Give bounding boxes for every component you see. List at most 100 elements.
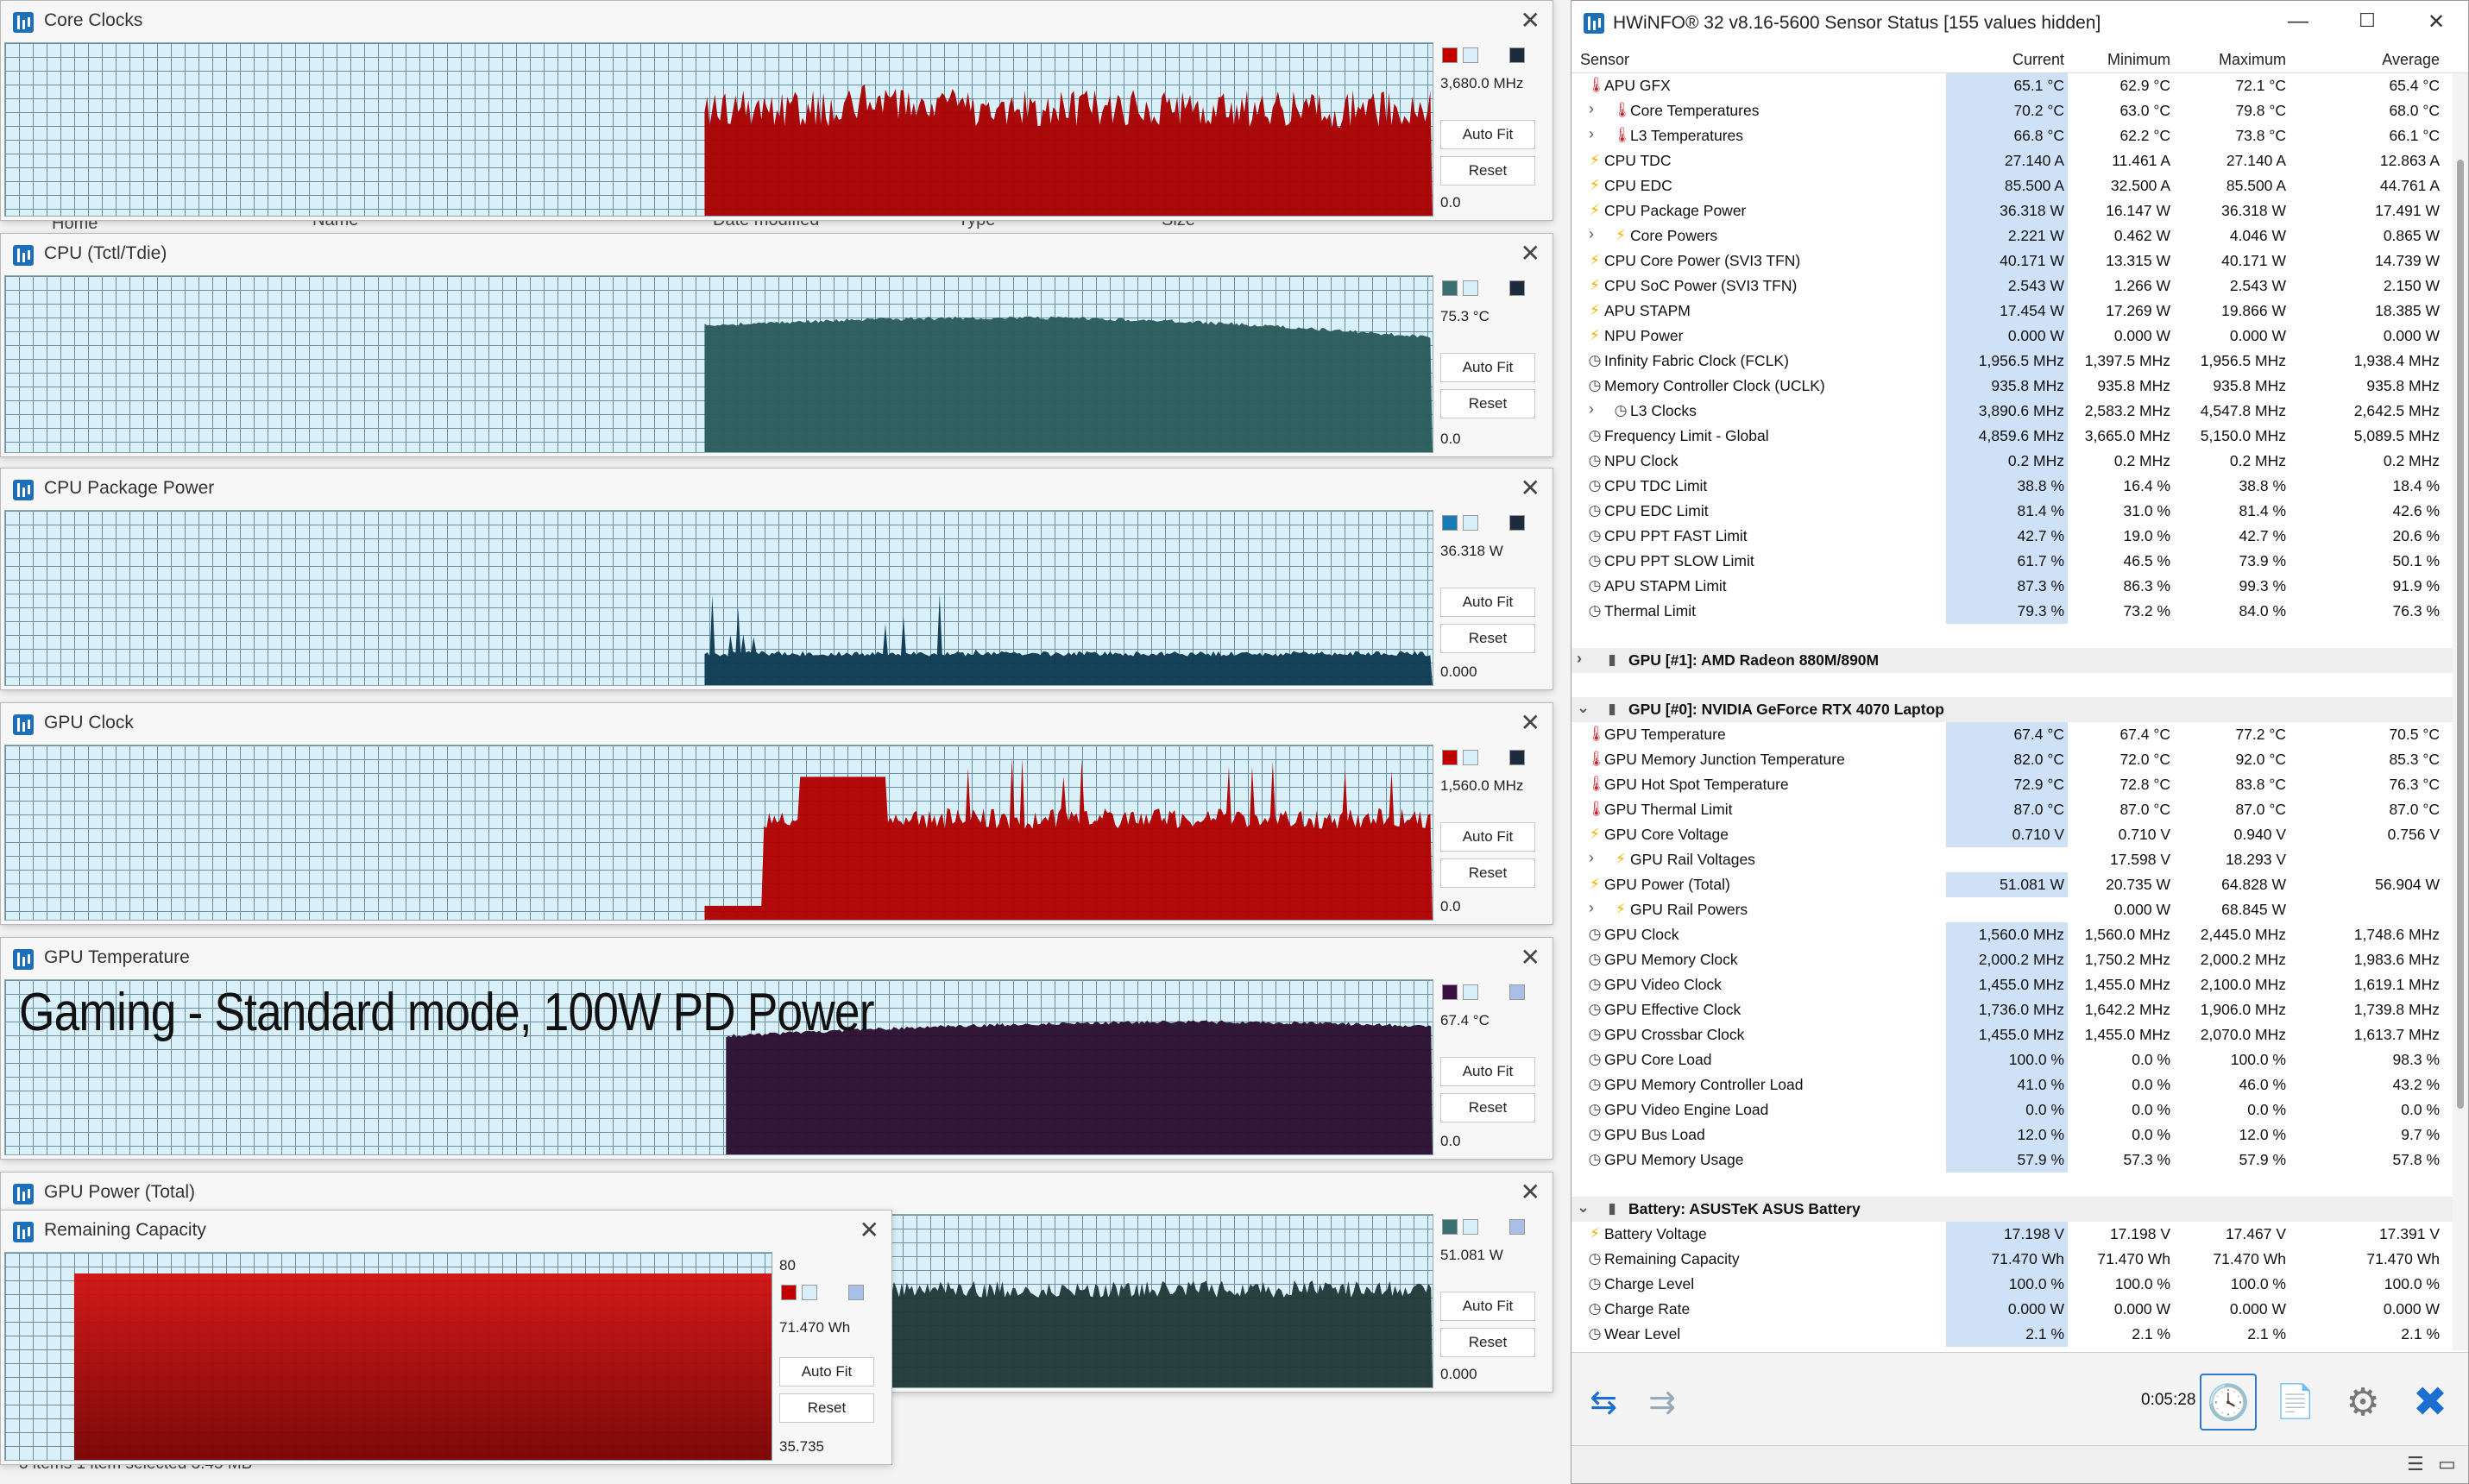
auto-fit-button[interactable]: Auto Fit xyxy=(1440,353,1535,382)
sensor-row[interactable]: ◷ Frequency Limit - Global 4,859.6 MHz 3… xyxy=(1571,424,2453,449)
sensor-row[interactable]: › ⚡ GPU Rail Powers 0.000 W 68.845 W xyxy=(1571,897,2453,922)
sensor-row[interactable]: ⚡ APU STAPM 17.454 W 17.269 W 19.866 W 1… xyxy=(1571,299,2453,324)
sensor-row[interactable]: ◷ GPU Video Clock 1,455.0 MHz 1,455.0 MH… xyxy=(1571,972,2453,997)
column-sensor[interactable]: Sensor xyxy=(1580,51,1629,69)
auto-fit-button[interactable]: Auto Fit xyxy=(779,1357,874,1387)
sensor-row[interactable]: ◷ GPU Core Load 100.0 % 0.0 % 100.0 % 98… xyxy=(1571,1047,2453,1072)
auto-fit-button[interactable]: Auto Fit xyxy=(1440,1057,1535,1086)
column-current[interactable]: Current xyxy=(1946,51,2068,69)
graph-titlebar[interactable]: Remaining Capacity ✕ xyxy=(1,1210,891,1252)
series-color-swatch[interactable] xyxy=(1442,750,1458,765)
sensor-row[interactable]: ◷ GPU Effective Clock 1,736.0 MHz 1,642.… xyxy=(1571,997,2453,1022)
background-color-swatch[interactable] xyxy=(1463,47,1478,63)
sensor-row[interactable]: ⚡ GPU Core Voltage 0.710 V 0.710 V 0.940… xyxy=(1571,822,2453,847)
graph-close-icon[interactable]: ✕ xyxy=(1521,6,1540,35)
chevron-right-icon[interactable]: › xyxy=(1589,125,1603,143)
grid-color-swatch[interactable] xyxy=(1509,750,1525,765)
graph-close-icon[interactable]: ✕ xyxy=(1521,1178,1540,1206)
close-icon[interactable]: ✕ xyxy=(2419,9,2453,35)
sensor-row[interactable]: ◷ APU STAPM Limit 87.3 % 86.3 % 99.3 % 9… xyxy=(1571,574,2453,599)
sensor-row[interactable]: ◷ GPU Crossbar Clock 1,455.0 MHz 1,455.0… xyxy=(1571,1022,2453,1047)
series-color-swatch[interactable] xyxy=(1442,47,1458,63)
background-color-swatch[interactable] xyxy=(1463,984,1478,1000)
sensor-row[interactable]: ⚡ GPU Power (Total) 51.081 W 20.735 W 64… xyxy=(1571,872,2453,897)
collapse-arrows-icon[interactable]: ⇉ xyxy=(1634,1374,1691,1431)
background-color-swatch[interactable] xyxy=(1463,750,1478,765)
graph-titlebar[interactable]: CPU (Tctl/Tdie) ✕ xyxy=(1,234,1553,275)
sensor-row[interactable]: 🌡 APU GFX 65.1 °C 62.9 °C 72.1 °C 65.4 °… xyxy=(1571,73,2453,98)
graph-close-icon[interactable]: ✕ xyxy=(860,1216,879,1244)
sensor-row[interactable]: 🌡 GPU Temperature 67.4 °C 67.4 °C 77.2 °… xyxy=(1571,722,2453,747)
sensor-row[interactable]: ◷ CPU EDC Limit 81.4 % 31.0 % 81.4 % 42.… xyxy=(1571,499,2453,524)
graph-titlebar[interactable]: Core Clocks ✕ xyxy=(1,1,1553,42)
clock-reset-icon[interactable]: 🕓 xyxy=(2200,1374,2257,1431)
grid-color-swatch[interactable] xyxy=(1509,280,1525,296)
graph-titlebar[interactable]: GPU Power (Total) ✕ xyxy=(1,1173,1553,1214)
background-color-swatch[interactable] xyxy=(802,1285,817,1300)
window-view-icon[interactable]: ▭ xyxy=(2438,1453,2456,1475)
sensor-row[interactable]: 🌡 GPU Memory Junction Temperature 82.0 °… xyxy=(1571,747,2453,772)
sensor-row[interactable]: ◷ Charge Rate 0.000 W 0.000 W 0.000 W 0.… xyxy=(1571,1297,2453,1322)
sensor-row[interactable]: › ◷ L3 Clocks 3,890.6 MHz 2,583.2 MHz 4,… xyxy=(1571,399,2453,424)
column-average[interactable]: Average xyxy=(2291,51,2440,69)
graph-titlebar[interactable]: CPU Package Power ✕ xyxy=(1,468,1553,510)
graph-close-icon[interactable]: ✕ xyxy=(1521,943,1540,972)
column-maximum[interactable]: Maximum xyxy=(2176,51,2286,69)
scrollbar-thumb[interactable] xyxy=(2457,160,2464,1109)
sensor-row[interactable]: ◷ CPU PPT FAST Limit 42.7 % 19.0 % 42.7 … xyxy=(1571,524,2453,549)
reset-button[interactable]: Reset xyxy=(1440,156,1535,186)
chevron-right-icon[interactable]: › xyxy=(1589,849,1603,867)
sensor-row[interactable]: 🌡 GPU Thermal Limit 87.0 °C 87.0 °C 87.0… xyxy=(1571,797,2453,822)
sensor-row[interactable]: ⚡ NPU Power 0.000 W 0.000 W 0.000 W 0.00… xyxy=(1571,324,2453,349)
sensor-group-header[interactable]: ⌄ ▮ GPU [#0]: NVIDIA GeForce RTX 4070 La… xyxy=(1571,697,2453,722)
grid-color-swatch[interactable] xyxy=(1509,47,1525,63)
auto-fit-button[interactable]: Auto Fit xyxy=(1440,822,1535,852)
list-view-icon[interactable]: ☰ xyxy=(2407,1453,2424,1475)
close-hwinfo-icon[interactable]: ✖ xyxy=(2402,1374,2459,1431)
sensor-row[interactable]: ◷ Charge Level 100.0 % 100.0 % 100.0 % 1… xyxy=(1571,1272,2453,1297)
series-color-swatch[interactable] xyxy=(1442,280,1458,296)
graph-close-icon[interactable]: ✕ xyxy=(1521,708,1540,737)
sensor-row[interactable]: ⚡ Battery Voltage 17.198 V 17.198 V 17.4… xyxy=(1571,1222,2453,1247)
sensor-row[interactable]: ⚡ CPU Package Power 36.318 W 16.147 W 36… xyxy=(1571,198,2453,223)
navigate-arrows-icon[interactable]: ⇆ xyxy=(1575,1374,1632,1431)
chevron-right-icon[interactable]: › xyxy=(1577,650,1590,668)
sensor-group-header[interactable]: › ▮ GPU [#1]: AMD Radeon 880M/890M xyxy=(1571,648,2453,673)
grid-color-swatch[interactable] xyxy=(1509,515,1525,531)
grid-color-swatch[interactable] xyxy=(1509,984,1525,1000)
sensor-row[interactable]: ⚡ CPU Core Power (SVI3 TFN) 40.171 W 13.… xyxy=(1571,248,2453,274)
chevron-down-icon[interactable]: ⌄ xyxy=(1577,699,1590,717)
sensor-row[interactable]: ◷ Remaining Capacity 71.470 Wh 71.470 Wh… xyxy=(1571,1247,2453,1272)
sensor-list-scrollbar[interactable] xyxy=(2453,73,2468,1350)
reset-button[interactable]: Reset xyxy=(779,1393,874,1423)
sensor-row[interactable]: › ⚡ Core Powers 2.221 W 0.462 W 4.046 W … xyxy=(1571,223,2453,248)
column-minimum[interactable]: Minimum xyxy=(2072,51,2170,69)
sensor-row[interactable]: ◷ CPU TDC Limit 38.8 % 16.4 % 38.8 % 18.… xyxy=(1571,474,2453,499)
sensor-row[interactable]: ◷ Memory Controller Clock (UCLK) 935.8 M… xyxy=(1571,374,2453,399)
chevron-down-icon[interactable]: ⌄ xyxy=(1577,1198,1590,1217)
grid-color-swatch[interactable] xyxy=(1509,1219,1525,1235)
graph-titlebar[interactable]: GPU Clock ✕ xyxy=(1,703,1553,745)
sensor-row[interactable]: ⚡ CPU TDC 27.140 A 11.461 A 27.140 A 12.… xyxy=(1571,148,2453,173)
reset-button[interactable]: Reset xyxy=(1440,1328,1535,1357)
sensor-row[interactable]: ◷ GPU Memory Clock 2,000.2 MHz 1,750.2 M… xyxy=(1571,947,2453,972)
sensor-row[interactable]: ◷ GPU Bus Load 12.0 % 0.0 % 12.0 % 9.7 % xyxy=(1571,1122,2453,1148)
grid-color-swatch[interactable] xyxy=(848,1285,864,1300)
sensor-row[interactable]: ◷ CPU PPT SLOW Limit 61.7 % 46.5 % 73.9 … xyxy=(1571,549,2453,574)
graph-close-icon[interactable]: ✕ xyxy=(1521,239,1540,267)
sensor-row[interactable]: › 🌡 Core Temperatures 70.2 °C 63.0 °C 79… xyxy=(1571,98,2453,123)
reset-button[interactable]: Reset xyxy=(1440,624,1535,653)
sensor-row[interactable]: ◷ GPU Video Engine Load 0.0 % 0.0 % 0.0 … xyxy=(1571,1097,2453,1122)
background-color-swatch[interactable] xyxy=(1463,515,1478,531)
sensor-row[interactable]: ◷ NPU Clock 0.2 MHz 0.2 MHz 0.2 MHz 0.2 … xyxy=(1571,449,2453,474)
minimize-icon[interactable]: — xyxy=(2281,9,2315,34)
sensor-row[interactable]: ◷ Infinity Fabric Clock (FCLK) 1,956.5 M… xyxy=(1571,349,2453,374)
chevron-right-icon[interactable]: › xyxy=(1589,400,1603,418)
sensor-list[interactable]: 🌡 APU GFX 65.1 °C 62.9 °C 72.1 °C 65.4 °… xyxy=(1571,73,2453,1350)
background-color-swatch[interactable] xyxy=(1463,1219,1478,1235)
logging-report-icon[interactable]: 📄 xyxy=(2267,1374,2324,1431)
sensor-row[interactable]: › 🌡 L3 Temperatures 66.8 °C 62.2 °C 73.8… xyxy=(1571,123,2453,148)
sensor-row[interactable]: 🌡 GPU Hot Spot Temperature 72.9 °C 72.8 … xyxy=(1571,772,2453,797)
chevron-right-icon[interactable]: › xyxy=(1589,899,1603,917)
sensor-group-header[interactable]: ⌄ ▮ Battery: ASUSTeK ASUS Battery xyxy=(1571,1197,2453,1222)
